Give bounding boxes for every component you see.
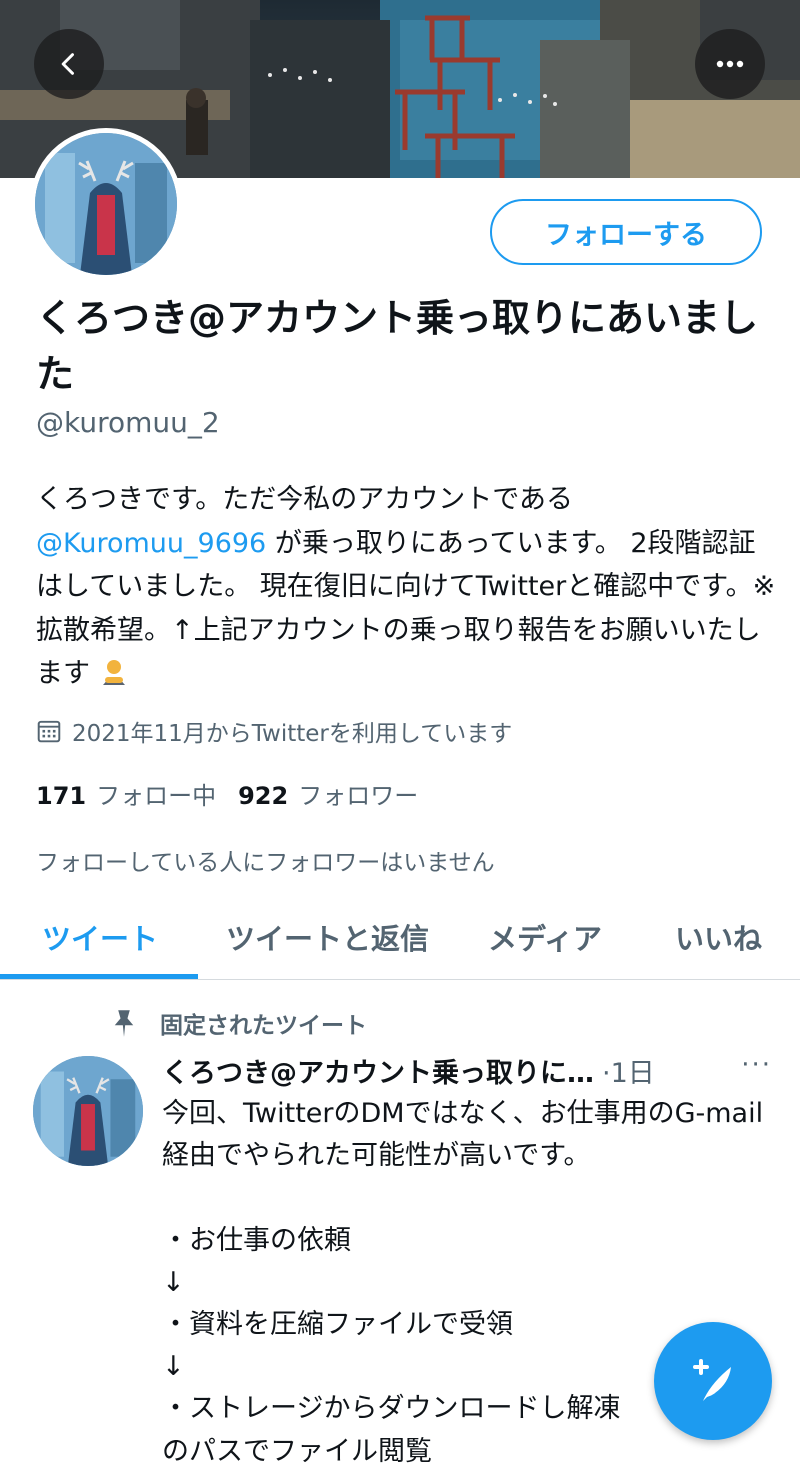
pinned-label: 固定されたツイート — [160, 1013, 367, 1039]
pin-icon — [114, 1010, 134, 1037]
followers-link[interactable]: 922 フォロワー — [238, 776, 418, 811]
tweet-header: くろつき@アカウント乗っ取りに… ·1日 ··· — [162, 1050, 772, 1090]
joined-date: 2021年11月からTwitterを利用しています — [36, 714, 512, 748]
more-options-button[interactable] — [695, 29, 765, 99]
avatar-image — [33, 1056, 143, 1166]
calendar-icon — [37, 720, 61, 743]
profile-avatar[interactable] — [30, 128, 182, 280]
followers-count: 922 — [238, 782, 289, 810]
tab-tweets[interactable]: ツイート — [42, 916, 158, 958]
bio-mention-link[interactable]: @Kuromuu_9696 — [36, 528, 266, 559]
bio-text: くろつきです。ただ今私のアカウントである — [36, 484, 574, 515]
tab-media[interactable]: メディア — [488, 916, 602, 958]
joined-date-text: 2021年11月からTwitterを利用しています — [72, 721, 513, 747]
tab-likes[interactable]: いいね — [675, 916, 762, 958]
compose-tweet-button[interactable] — [654, 1322, 772, 1440]
profile-bio: くろつきです。ただ今私のアカウントである @Kuromuu_9696 が乗っ取り… — [36, 478, 776, 696]
following-count: 171 — [36, 782, 87, 810]
tweet-author-name[interactable]: くろつき@アカウント乗っ取りに… — [162, 1051, 594, 1090]
back-button[interactable] — [34, 29, 104, 99]
followers-label: フォロワー — [298, 782, 419, 810]
profile-handle: @kuromuu_2 — [36, 406, 220, 439]
following-label: フォロー中 — [96, 782, 217, 810]
avatar-image — [35, 133, 177, 275]
tweet-timestamp[interactable]: ·1日 — [602, 1051, 655, 1090]
follow-button[interactable]: フォローする — [490, 199, 762, 265]
no-known-followers-text: フォローしている人にフォロワーはいません — [36, 850, 495, 876]
pinned-tweet-indicator: 固定されたツイート — [110, 1006, 367, 1040]
chevron-left-icon — [61, 53, 74, 75]
following-link[interactable]: 171 フォロー中 — [36, 776, 216, 811]
tab-tweets-and-replies[interactable]: ツイートと返信 — [226, 916, 429, 958]
profile-display-name: くろつき@アカウント乗っ取りにあいました — [36, 296, 759, 396]
active-tab-indicator — [0, 974, 198, 979]
tweet-more-button[interactable]: ··· — [741, 1050, 772, 1080]
bowing-person-emoji-icon — [102, 660, 125, 685]
ellipsis-icon — [716, 60, 744, 68]
profile-tabs: ツイート ツイートと返信 メディア いいね — [0, 898, 800, 980]
compose-feather-icon — [693, 1359, 731, 1401]
follow-stats: 171 フォロー中 922 フォロワー — [36, 776, 418, 811]
tweet-author-avatar[interactable] — [33, 1056, 143, 1166]
